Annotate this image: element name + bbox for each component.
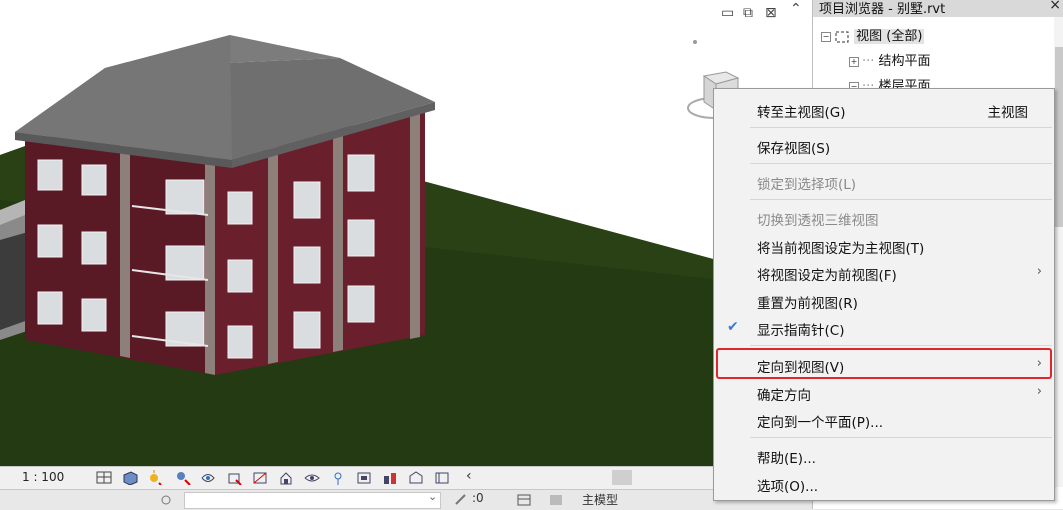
design-options-status-icon[interactable] xyxy=(516,493,532,507)
highlight-annotation-box xyxy=(716,348,1052,379)
menu-item-help[interactable]: 帮助(E)... xyxy=(714,443,1054,469)
temporary-view-properties-icon[interactable] xyxy=(356,470,372,485)
design-options-icon[interactable] xyxy=(408,470,424,485)
menu-item-label: 帮助(E)... xyxy=(757,451,816,467)
view-control-bar: 1 : 100 ‹ xyxy=(0,466,812,489)
menu-item-perspective: 切换到透视三维视图 xyxy=(714,205,1054,231)
menu-item-label: 保存视图(S) xyxy=(757,141,831,157)
menu-item-label: 确定方向 xyxy=(757,388,811,404)
menu-item-determine-orientation[interactable]: 确定方向 › xyxy=(714,380,1054,406)
sun-path-icon[interactable] xyxy=(146,470,162,485)
menu-item-label: 显示指南针(C) xyxy=(757,323,845,339)
project-browser-title: 项目浏览器 - 别墅.rvt xyxy=(819,2,946,17)
show-crop-region-icon[interactable] xyxy=(252,470,268,485)
project-browser-header: 项目浏览器 - 别墅.rvt × xyxy=(813,0,1063,17)
collapse-icon[interactable]: − xyxy=(821,31,831,42)
compass-marker-icon xyxy=(693,40,697,44)
menu-item-label: 锁定到选择项(L) xyxy=(757,177,857,193)
worksharing-icon[interactable] xyxy=(382,470,398,485)
menu-item-go-home[interactable]: 转至主视图(G) 主视图 xyxy=(714,97,1054,123)
menu-item-label: 重置为前视图(R) xyxy=(757,296,858,312)
minimize-view-icon[interactable]: ▭ xyxy=(721,5,734,21)
workset-dropdown[interactable] xyxy=(184,492,441,509)
expand-bar-icon[interactable]: ‹ xyxy=(466,468,472,484)
crop-view-icon[interactable] xyxy=(226,470,242,485)
menu-separator xyxy=(750,437,1052,438)
menu-item-reset-front[interactable]: 重置为前视图(R) xyxy=(714,288,1054,314)
temporary-hide-icon[interactable] xyxy=(304,470,320,485)
main-model-label[interactable]: 主模型 xyxy=(582,491,618,508)
expand-icon[interactable]: + xyxy=(849,56,859,67)
menu-item-label: 定向到一个平面(P)... xyxy=(757,415,884,431)
browser-scroll-thumb[interactable] xyxy=(1055,47,1063,227)
menu-item-show-compass[interactable]: ✔ 显示指南针(C) xyxy=(714,315,1054,341)
close-view-icon[interactable]: ⊠ xyxy=(765,5,777,21)
menu-item-orient-to-plane[interactable]: 定向到一个平面(P)... xyxy=(714,407,1054,433)
menu-item-label: 转至主视图(G) xyxy=(757,105,846,121)
scroll-up-icon[interactable]: ⌃ xyxy=(790,1,802,17)
close-browser-icon[interactable]: × xyxy=(1049,0,1061,13)
viewcube-context-menu: 转至主视图(G) 主视图 保存视图(S) 锁定到选择项(L) 切换到透视三维视图… xyxy=(713,88,1055,501)
shadows-icon[interactable] xyxy=(175,470,191,485)
browser-scrollbar[interactable] xyxy=(1054,17,1063,487)
checkmark-icon: ✔ xyxy=(727,319,739,335)
chevron-down-icon[interactable]: ⌄ xyxy=(428,490,437,503)
3d-viewport[interactable]: ▭ ⧉ ⊠ ⌃ xyxy=(0,0,812,466)
selection-count: :0 xyxy=(472,491,484,505)
tree-node-views-all[interactable]: − 视图 (全部) xyxy=(821,25,925,44)
visual-style-icon[interactable] xyxy=(122,470,138,485)
menu-item-save-view[interactable]: 保存视图(S) xyxy=(714,133,1054,159)
detail-level-icon[interactable] xyxy=(96,470,112,485)
views-icon xyxy=(835,31,849,42)
restore-view-icon[interactable]: ⧉ xyxy=(743,5,753,21)
menu-item-lock-selection: 锁定到选择项(L) xyxy=(714,169,1054,195)
workset-icon[interactable] xyxy=(158,493,174,507)
tree-label: 视图 (全部) xyxy=(854,29,925,44)
view-scale[interactable]: 1 : 100 xyxy=(22,470,64,484)
menu-item-label: 切换到透视三维视图 xyxy=(757,213,879,229)
menu-item-shortcut: 主视图 xyxy=(987,105,1029,121)
menu-item-options[interactable]: 选项(O)... xyxy=(714,471,1054,497)
menu-item-label: 选项(O)... xyxy=(757,479,819,495)
tree-label: 结构平面 xyxy=(878,54,931,69)
analytical-model-icon[interactable] xyxy=(434,470,450,485)
menu-item-set-front[interactable]: 将视图设定为前视图(F) › xyxy=(714,260,1054,286)
menu-separator xyxy=(750,163,1052,164)
horizontal-scroll-thumb[interactable] xyxy=(612,470,632,485)
menu-item-label: 将视图设定为前视图(F) xyxy=(757,268,897,284)
editable-only-icon[interactable] xyxy=(453,493,469,507)
menu-item-label: 将当前视图设定为主视图(T) xyxy=(757,241,925,257)
menu-separator xyxy=(750,345,1052,346)
menu-item-set-home[interactable]: 将当前视图设定为主视图(T) xyxy=(714,233,1054,259)
submenu-arrow-icon: › xyxy=(1036,384,1042,399)
submenu-arrow-icon: › xyxy=(1036,264,1042,279)
menu-separator xyxy=(750,127,1052,128)
tree-node-structural-plans[interactable]: + ··· 结构平面 xyxy=(849,50,931,69)
unlock-3d-view-icon[interactable] xyxy=(278,470,294,485)
reveal-hidden-icon[interactable] xyxy=(330,470,346,485)
rendering-dialog-icon[interactable] xyxy=(200,470,216,485)
filter-icon[interactable] xyxy=(548,493,564,507)
menu-separator xyxy=(750,199,1052,200)
